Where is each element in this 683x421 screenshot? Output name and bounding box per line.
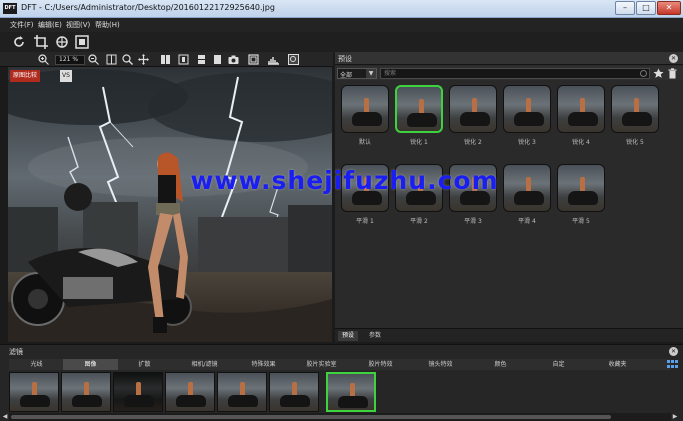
- tab-category[interactable]: 收藏夹: [590, 359, 645, 370]
- tab-parameters[interactable]: 参数: [365, 331, 385, 341]
- scrollbar-thumb[interactable]: [11, 415, 611, 419]
- tab-category[interactable]: 相机/滤镜: [177, 359, 232, 370]
- maximize-button[interactable]: □: [636, 1, 656, 15]
- preset-label: 平滑 4: [518, 218, 536, 225]
- filter-category-tabs: 光线 图像 扩散 相机/滤镜 特殊效果 胶片实验室 胶片特效 镜头特效 颜色 自…: [9, 359, 671, 370]
- presets-tabs: 预设 参数: [335, 328, 683, 342]
- title-bar: DFT DFT - C:/Users/Administrator/Desktop…: [0, 0, 683, 18]
- dropdown-value: 全部: [340, 72, 353, 79]
- filter-thumb[interactable]: [113, 372, 163, 412]
- presets-panel-header: 预设 ✕: [335, 52, 683, 65]
- filter-panel-title: 滤镜: [9, 348, 23, 356]
- scroll-left-icon[interactable]: ◀: [1, 413, 9, 421]
- left-strip: [0, 52, 8, 342]
- app-icon: DFT: [3, 3, 17, 14]
- zoom-input[interactable]: 121 %: [55, 55, 85, 65]
- preset-thumb[interactable]: [449, 85, 497, 133]
- tab-category[interactable]: 光线: [9, 359, 64, 370]
- category-dropdown[interactable]: 全部 ▼: [337, 68, 377, 79]
- compare-stack-icon[interactable]: [196, 54, 207, 65]
- tab-presets[interactable]: 预设: [338, 331, 359, 341]
- tab-category[interactable]: 镜头特效: [413, 359, 468, 370]
- tab-category[interactable]: 自定: [531, 359, 586, 370]
- search-placeholder: 搜索: [384, 70, 397, 77]
- preset-label: 锐化 2: [464, 139, 482, 146]
- histogram-icon[interactable]: [268, 54, 279, 65]
- menu-file[interactable]: 文件(F): [10, 20, 34, 30]
- frame-icon[interactable]: [248, 54, 259, 65]
- zoom-in-icon[interactable]: [38, 54, 49, 65]
- close-icon[interactable]: ✕: [669, 347, 678, 356]
- filter-thumb[interactable]: [326, 372, 376, 412]
- compare-vs-icon[interactable]: VS: [60, 70, 72, 82]
- page-icon[interactable]: [212, 54, 223, 65]
- preset-label: 默认: [358, 139, 371, 146]
- scroll-right-icon[interactable]: ▶: [671, 413, 679, 421]
- rotate-icon[interactable]: [11, 35, 26, 49]
- filter-thumb[interactable]: [217, 372, 267, 412]
- window-title: DFT - C:/Users/Administrator/Desktop/201…: [21, 3, 275, 12]
- compare-side-icon[interactable]: [160, 54, 171, 65]
- main-toolbar: [0, 32, 683, 52]
- tab-category[interactable]: 胶片实验室: [294, 359, 349, 370]
- tab-category[interactable]: 扩散: [117, 359, 172, 370]
- tab-category[interactable]: 胶片特效: [353, 359, 408, 370]
- search-input[interactable]: 搜索: [380, 68, 650, 79]
- single-view-icon[interactable]: [178, 54, 189, 65]
- preset-label: 锐化 3: [518, 139, 536, 146]
- close-button[interactable]: ✕: [657, 1, 681, 15]
- tab-category[interactable]: 特殊效果: [236, 359, 291, 370]
- preset-thumb[interactable]: [503, 85, 551, 133]
- zoom-out-icon[interactable]: [88, 54, 99, 65]
- flip-icon[interactable]: [54, 35, 69, 49]
- chevron-down-icon: ▼: [366, 69, 376, 78]
- compare-original-badge[interactable]: 原图比较: [10, 70, 41, 82]
- preset-label: 锐化 1: [410, 139, 428, 146]
- preset-label: 平滑 1: [356, 218, 374, 225]
- close-icon[interactable]: ✕: [669, 54, 678, 63]
- tab-category[interactable]: 颜色: [473, 359, 528, 370]
- filter-thumb[interactable]: [269, 372, 319, 412]
- preset-label: 平滑 5: [572, 218, 590, 225]
- preset-label: 锐化 4: [572, 139, 590, 146]
- filter-scrollbar[interactable]: ◀ ▶: [3, 413, 677, 421]
- preset-label: 锐化 5: [626, 139, 644, 146]
- presets-panel-title: 预设: [338, 55, 352, 63]
- camera-icon[interactable]: [228, 54, 239, 65]
- menu-bar: 文件(F) 编辑(E) 视图(V) 帮助(H): [0, 18, 683, 32]
- watermark-text: www.shejifuzhu.com: [190, 166, 499, 195]
- preview-toolbar: 121 %: [0, 52, 333, 67]
- image-preview[interactable]: 原图比较 VS: [8, 67, 332, 342]
- filter-panel: 滤镜 ✕ 光线 图像 扩散 相机/滤镜 特殊效果 胶片实验室 胶片特效 镜头特效…: [0, 344, 683, 421]
- filter-thumb[interactable]: [9, 372, 59, 412]
- preset-thumb[interactable]: [557, 164, 605, 212]
- menu-view[interactable]: 视图(V): [66, 20, 90, 30]
- loupe-icon[interactable]: [288, 54, 299, 65]
- pan-icon[interactable]: [138, 54, 149, 65]
- preset-thumb[interactable]: [341, 85, 389, 133]
- menu-help[interactable]: 帮助(H): [95, 20, 120, 30]
- star-icon[interactable]: [653, 68, 664, 79]
- split-view-icon[interactable]: [106, 54, 117, 65]
- crop-icon[interactable]: [33, 35, 48, 49]
- preset-thumb[interactable]: [395, 85, 443, 133]
- presets-panel: 预设 ✕ 全部 ▼ 搜索 默认 锐化 1 锐化 2 锐化 3 锐化 4 锐化 5…: [335, 52, 683, 342]
- preset-thumb[interactable]: [557, 85, 605, 133]
- filter-thumb[interactable]: [61, 372, 111, 412]
- magnifier-icon[interactable]: [122, 54, 133, 65]
- fit-frame-icon[interactable]: [74, 35, 89, 49]
- preset-label: 平滑 2: [410, 218, 428, 225]
- preset-thumb[interactable]: [611, 85, 659, 133]
- search-clear-icon[interactable]: [640, 70, 647, 77]
- menu-edit[interactable]: 编辑(E): [38, 20, 62, 30]
- grid-view-icon[interactable]: [667, 360, 678, 369]
- filter-thumb[interactable]: [165, 372, 215, 412]
- trash-icon[interactable]: [667, 68, 678, 79]
- preset-label: 平滑 3: [464, 218, 482, 225]
- minimize-button[interactable]: –: [615, 1, 635, 15]
- presets-filter-bar: 全部 ▼ 搜索: [335, 66, 683, 80]
- tab-category[interactable]: 图像: [63, 359, 118, 370]
- preview-scene: [8, 67, 332, 342]
